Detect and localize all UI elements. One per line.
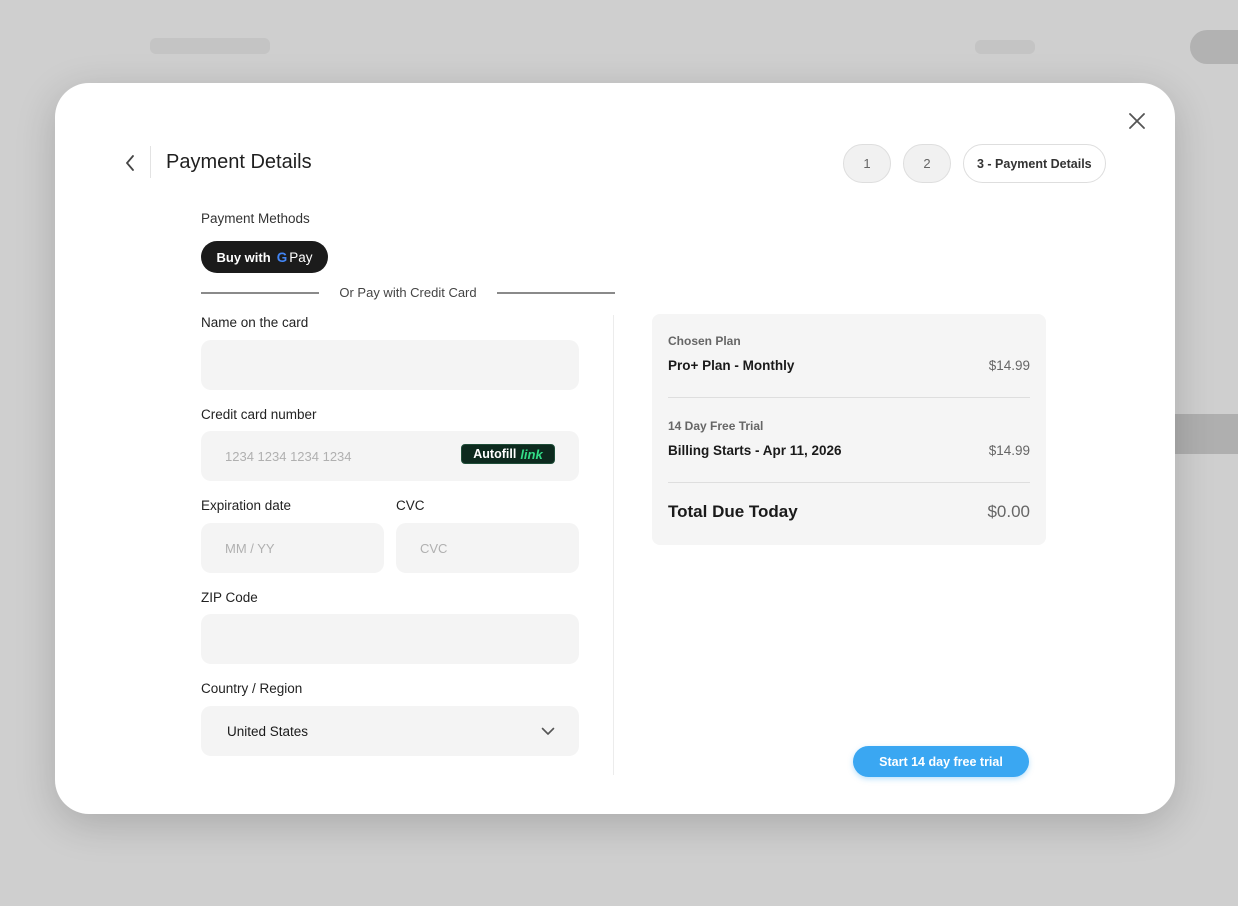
back-button[interactable] [119,151,141,175]
background-button [1190,30,1238,64]
google-pay-prefix: Buy with [216,249,271,265]
summary-divider [668,482,1030,483]
chevron-left-icon [126,155,134,171]
trial-section: 14 Day Free Trial Billing Starts - Apr 1… [668,419,1030,458]
cvc-input[interactable] [396,523,579,573]
step-indicator: 1 2 3 - Payment Details [843,144,1106,183]
billing-price: $14.99 [988,443,1030,458]
google-pay-text: Pay [289,249,313,265]
google-pay-logo: G Pay [277,250,313,265]
zip-code-input[interactable] [201,614,579,664]
name-on-card-input[interactable] [201,340,579,390]
plan-price: $14.99 [988,358,1030,373]
trial-caption: 14 Day Free Trial [668,419,764,433]
order-summary-card: Chosen Plan Pro+ Plan - Monthly $14.99 1… [652,314,1046,545]
autofill-label: Autofill [473,447,517,461]
google-g-icon: G [276,249,288,265]
country-label: Country / Region [201,681,303,696]
country-select[interactable]: United States [201,706,579,756]
total-value: $0.00 [987,502,1030,521]
payment-methods-label: Payment Methods [201,211,310,226]
page-title: Payment Details [166,151,312,173]
billing-start: Billing Starts - Apr 11, 2026 [668,443,842,458]
close-icon [1129,113,1145,129]
column-divider [613,315,614,775]
divider-line-right [497,292,615,294]
expiration-input[interactable] [201,523,384,573]
expiration-label: Expiration date [201,498,292,513]
country-selected-value: United States [227,723,309,739]
background-band [1175,414,1238,454]
chosen-plan-section: Chosen Plan Pro+ Plan - Monthly $14.99 [668,334,1030,373]
total-label: Total Due Today [668,502,798,521]
background-text [150,38,270,54]
payment-modal: Payment Details 1 2 3 - Payment Details … [55,83,1175,814]
autofill-link-button[interactable]: Autofill link [461,444,555,464]
step-1[interactable]: 1 [843,144,891,183]
or-divider-text: Or Pay with Credit Card [339,285,477,300]
step-2[interactable]: 2 [903,144,951,183]
summary-divider [668,397,1030,398]
cvc-label: CVC [396,498,425,513]
chevron-down-icon [541,727,555,735]
divider-line-left [201,292,319,294]
step-3-current[interactable]: 3 - Payment Details [963,144,1106,183]
google-pay-button[interactable]: Buy with G Pay [201,241,328,273]
chosen-plan-caption: Chosen Plan [668,334,741,348]
close-button[interactable] [1125,109,1149,133]
card-number-label: Credit card number [201,407,317,422]
plan-name: Pro+ Plan - Monthly [668,358,795,373]
background-text [975,40,1035,54]
header-divider [150,146,151,178]
zip-code-label: ZIP Code [201,590,258,605]
link-logo: link [520,446,543,462]
name-on-card-label: Name on the card [201,315,309,330]
start-trial-button[interactable]: Start 14 day free trial [853,746,1029,777]
total-row: Total Due Today $0.00 [668,502,1030,522]
